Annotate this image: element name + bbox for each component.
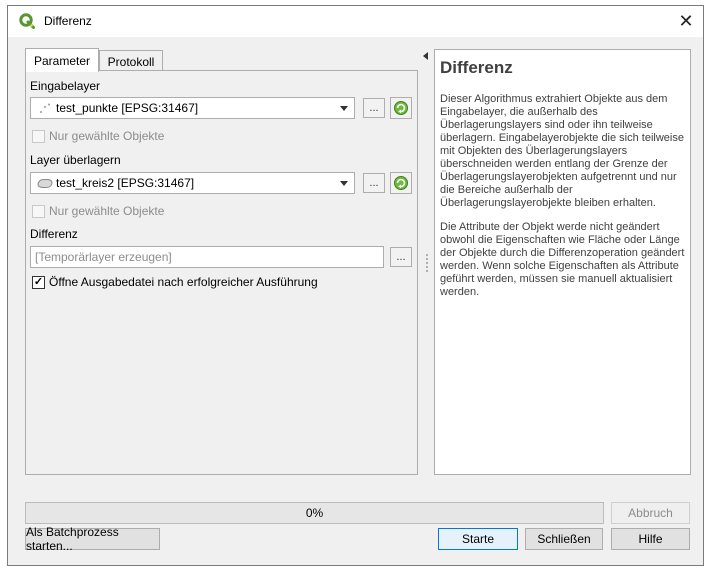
iterate-icon [394, 176, 408, 190]
parameter-panel: Eingabelayer test_punkte [EPSG:31467] ..… [25, 70, 418, 475]
output-browse-button[interactable]: ... [390, 247, 412, 267]
output-destination-field[interactable]: [Temporärlayer erzeugen] [30, 246, 384, 268]
point-layer-icon [40, 103, 50, 113]
tab-protokoll[interactable]: Protokoll [99, 50, 163, 72]
input-layer-iterate-button[interactable] [390, 97, 412, 119]
open-output-checkbox[interactable]: ✓ [32, 276, 45, 289]
help-button-label: Hilfe [638, 532, 663, 546]
polygon-layer-icon [37, 178, 53, 189]
overlay-layer-iterate-button[interactable] [390, 172, 412, 194]
chevron-down-icon [340, 181, 348, 186]
iterate-icon [394, 101, 408, 115]
title-bar: Differenz ✕ [8, 6, 703, 37]
help-button[interactable]: Hilfe [611, 528, 690, 550]
open-output-label: Öffne Ausgabedatei nach erfolgreicher Au… [49, 275, 318, 289]
output-label: Differenz [30, 227, 78, 241]
help-title: Differenz [440, 58, 513, 77]
collapse-help-arrow-icon[interactable] [423, 52, 428, 60]
browse-ellipsis: ... [369, 102, 379, 114]
overlay-layer-browse-button[interactable]: ... [363, 173, 385, 193]
input-layer-combobox[interactable]: test_punkte [EPSG:31467] [30, 97, 355, 119]
overlay-layer-combobox[interactable]: test_kreis2 [EPSG:31467] [30, 172, 355, 194]
close-button[interactable]: Schließen [525, 528, 603, 550]
input-layer-value: test_punkte [EPSG:31467] [56, 101, 199, 115]
close-window-button[interactable]: ✕ [669, 6, 703, 37]
help-paragraph-1: Dieser Algorithmus extrahiert Objekte au… [440, 93, 684, 209]
batch-process-button[interactable]: Als Batchprozess starten... [25, 525, 160, 553]
cancel-button[interactable]: Abbruch [611, 502, 690, 524]
overlay-layer-label: Layer überlagern [30, 153, 121, 167]
batch-process-label: Als Batchprozess starten... [26, 525, 119, 553]
input-layer-browse-button[interactable]: ... [363, 98, 385, 118]
window-title: Differenz [44, 14, 92, 28]
close-icon: ✕ [678, 11, 694, 31]
selected-only-checkbox-2[interactable] [32, 205, 45, 218]
tab-protokoll-label: Protokoll [107, 54, 155, 69]
tab-parameter[interactable]: Parameter [25, 48, 99, 72]
help-panel: Differenz Dieser Algorithmus extrahiert … [434, 49, 691, 475]
splitter-handle[interactable] [426, 254, 430, 272]
tab-parameter-label: Parameter [33, 53, 91, 68]
run-button[interactable]: Starte [438, 528, 518, 550]
cancel-button-label: Abbruch [628, 506, 673, 520]
browse-ellipsis: ... [396, 251, 406, 263]
selected-only-label-2: Nur gewählte Objekte [49, 204, 165, 218]
selected-only-checkbox-1[interactable] [32, 130, 45, 143]
overlay-layer-value: test_kreis2 [EPSG:31467] [56, 176, 195, 190]
close-button-label: Schließen [537, 532, 591, 546]
browse-ellipsis: ... [369, 177, 379, 189]
dialog-window: Differenz ✕ Parameter Protokoll Eingabel… [7, 5, 704, 566]
selected-only-label-1: Nur gewählte Objekte [49, 129, 165, 143]
run-button-label: Starte [461, 532, 494, 546]
qgis-logo-icon [19, 13, 35, 29]
chevron-down-icon [340, 106, 348, 111]
help-paragraph-2: Die Attribute der Objekt werde nicht geä… [440, 221, 685, 298]
progress-text: 0% [305, 506, 324, 520]
input-layer-label: Eingabelayer [30, 79, 101, 93]
output-placeholder: [Temporärlayer erzeugen] [35, 250, 172, 264]
progress-bar: 0% [25, 502, 604, 524]
